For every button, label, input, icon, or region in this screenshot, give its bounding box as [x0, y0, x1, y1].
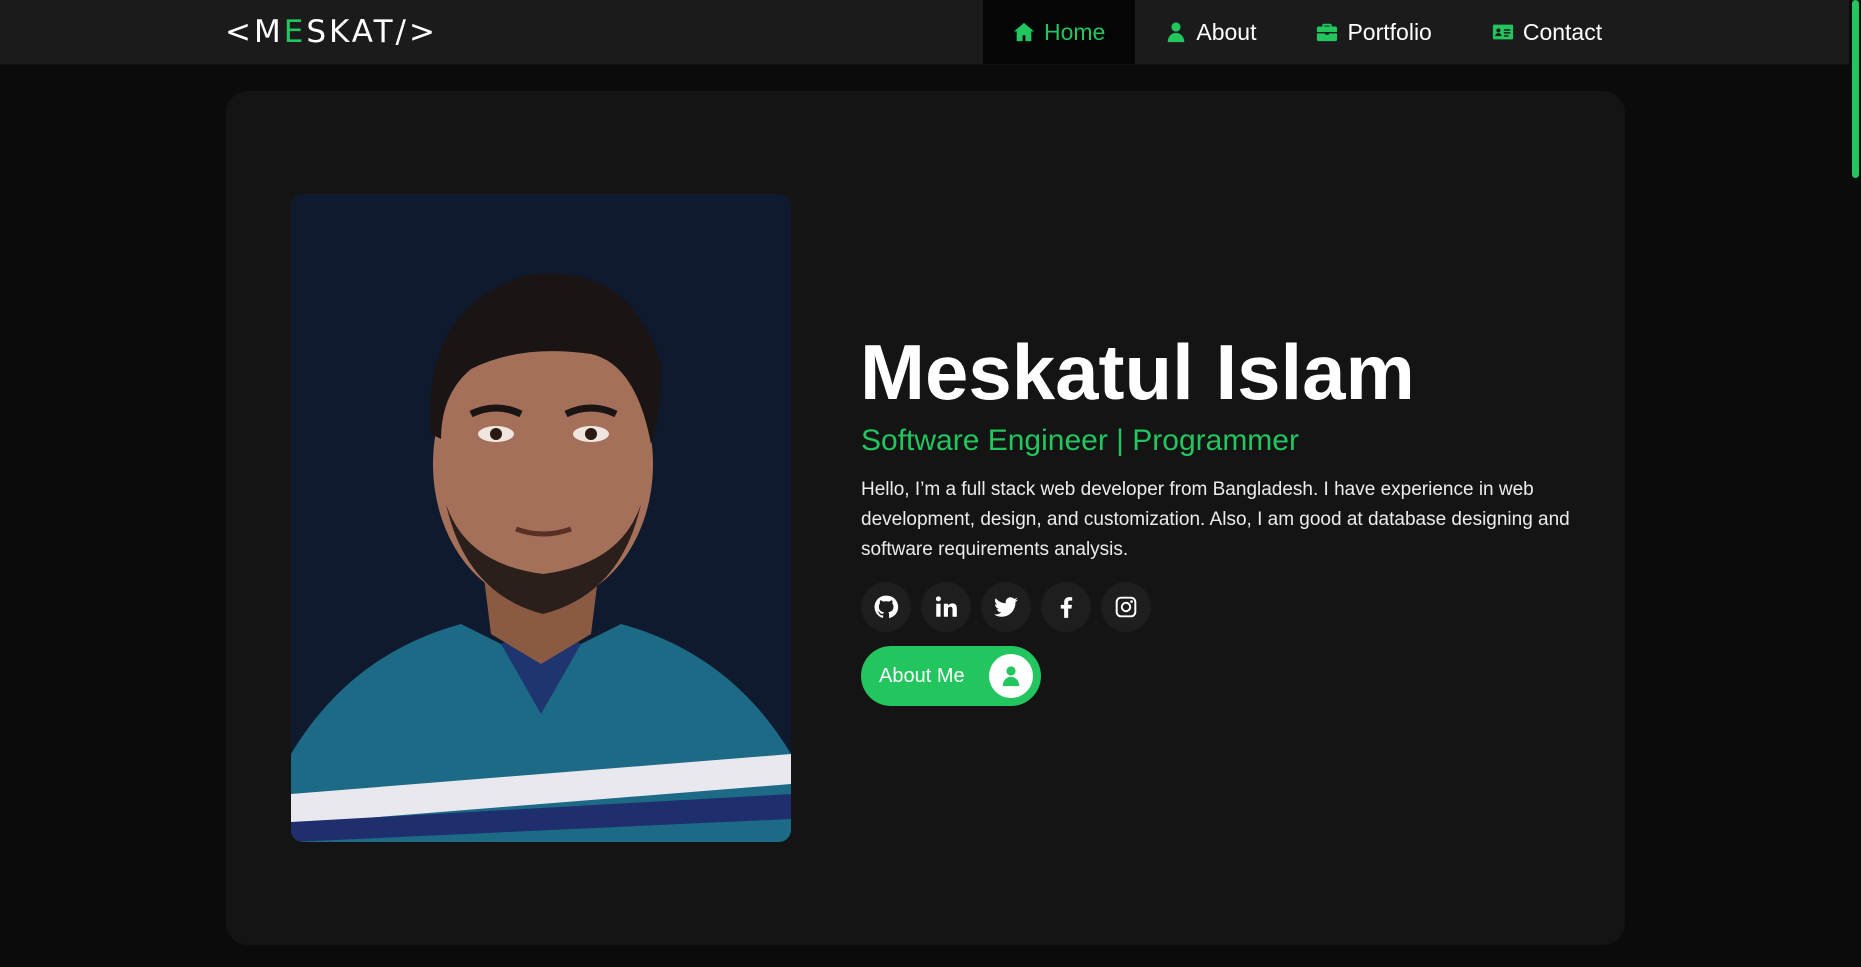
- page-scrollbar[interactable]: [1849, 0, 1861, 967]
- about-me-button[interactable]: About Me: [861, 646, 1041, 706]
- user-icon: [1002, 666, 1020, 687]
- logo-accent: E: [283, 14, 307, 50]
- main-nav: Home About Portfolio Contact: [983, 0, 1632, 64]
- nav-label: Contact: [1522, 18, 1603, 45]
- social-link-instagram[interactable]: [1101, 582, 1151, 632]
- social-link-github[interactable]: [861, 582, 911, 632]
- briefcase-icon: [1317, 23, 1338, 42]
- social-link-twitter[interactable]: [981, 582, 1031, 632]
- hero-role: Software Engineer | Programmer: [861, 424, 1299, 457]
- profile-photo: [291, 194, 791, 842]
- cta-icon-circle: [989, 654, 1033, 698]
- instagram-icon: [1115, 596, 1137, 618]
- about-me-label: About Me: [879, 664, 965, 687]
- scrollbar-thumb[interactable]: [1852, 0, 1859, 178]
- nav-label: Portfolio: [1347, 18, 1432, 45]
- home-icon: [1013, 22, 1035, 42]
- nav-item-contact[interactable]: Contact: [1462, 0, 1632, 64]
- logo-prefix: <M: [225, 14, 284, 50]
- facebook-icon: [1060, 597, 1073, 618]
- nav-label: About: [1196, 18, 1257, 45]
- social-link-linkedin[interactable]: [921, 582, 971, 632]
- site-logo[interactable]: <MESKAT/>: [225, 14, 438, 50]
- linkedin-icon: [935, 596, 957, 617]
- social-links: [861, 582, 1151, 632]
- nav-item-portfolio[interactable]: Portfolio: [1286, 0, 1461, 64]
- github-icon: [874, 595, 899, 618]
- navbar: <MESKAT/> Home About Portfolio Contact: [0, 0, 1849, 65]
- hero-name: Meskatul Islam: [860, 328, 1415, 416]
- nav-item-about[interactable]: About: [1135, 0, 1286, 64]
- nav-label: Home: [1044, 18, 1106, 45]
- nav-item-home[interactable]: Home: [983, 0, 1136, 64]
- twitter-icon: [994, 597, 1018, 617]
- hero-bio: Hello, I’m a full stack web developer fr…: [861, 479, 1570, 560]
- logo-suffix: SKAT/>: [306, 14, 438, 50]
- user-icon: [1168, 22, 1185, 43]
- social-link-facebook[interactable]: [1041, 582, 1091, 632]
- id-card-icon: [1492, 24, 1513, 40]
